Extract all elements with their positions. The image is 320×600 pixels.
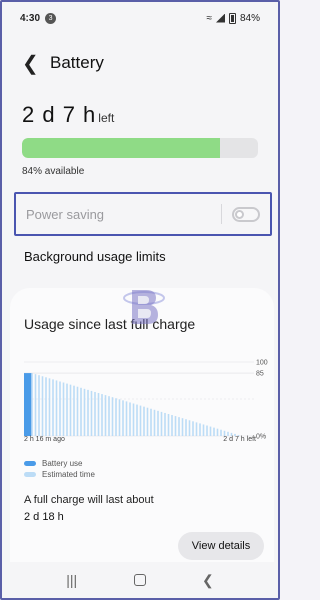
status-indicators: ≈ 84%	[206, 12, 260, 24]
legend-label-estimated-time: Estimated time	[42, 470, 95, 479]
signal-icon	[215, 13, 225, 23]
time-remaining: 2 d 7 h left	[22, 102, 258, 128]
chart-y-tick-label: 100	[256, 360, 268, 367]
battery-level-fill	[22, 138, 221, 158]
status-time: 4:30	[20, 12, 41, 24]
page-title: Battery	[50, 53, 104, 72]
full-charge-label: A full charge will last about	[24, 494, 154, 506]
chart-y-tick-label: 85	[256, 371, 264, 378]
power-saving-toggle[interactable]	[232, 206, 260, 222]
back-arrow-icon[interactable]: ❮	[22, 51, 48, 76]
view-details-button[interactable]: View details	[178, 532, 264, 560]
watermark-logo	[123, 290, 165, 324]
usage-card: Usage since last full charge 100 85 0% 2 h…	[10, 288, 274, 598]
recent-apps-icon[interactable]: |||	[66, 572, 77, 588]
chart-x-end-label: 2 d 7 h left	[223, 436, 256, 443]
battery-status-icon	[228, 12, 236, 24]
time-remaining-suffix: left	[98, 111, 115, 125]
chart-legend: Battery use Estimated time	[24, 458, 95, 480]
legend-item-estimated-time: Estimated time	[24, 469, 95, 480]
divider	[221, 204, 222, 224]
battery-use-area	[24, 373, 32, 436]
status-battery-percent: 84%	[239, 12, 260, 24]
battery-summary: 2 d 7 h left 84% available	[22, 102, 258, 177]
legend-swatch-estimated-time	[24, 472, 36, 477]
chart-x-start-label: 2 h 16 m ago	[24, 436, 65, 443]
phone-screen: 4:30 3 ≈ 84% ❮ Battery 2 d 7 h left 84% …	[0, 0, 280, 600]
toggle-knob	[235, 209, 244, 219]
power-saving-row[interactable]: Power saving	[14, 192, 272, 236]
legend-swatch-battery-use	[24, 461, 36, 466]
battery-level-bar	[22, 138, 258, 158]
legend-label-battery-use: Battery use	[42, 459, 83, 468]
full-charge-value: 2 d 18 h	[24, 511, 64, 523]
chart-y-tick-label: 0%	[256, 434, 266, 441]
home-icon[interactable]	[133, 574, 146, 586]
app-header: ❮ Battery	[2, 46, 278, 80]
power-saving-label: Power saving	[26, 206, 105, 222]
notification-count-badge: 3	[45, 12, 57, 24]
wifi-icon: ≈	[206, 12, 212, 24]
back-nav-icon[interactable]: ❮	[202, 572, 214, 589]
background-usage-limits-item[interactable]: Background usage limits	[24, 249, 166, 264]
time-remaining-value: 2 d 7 h	[22, 102, 97, 127]
navigation-bar: ||| ❮	[2, 562, 278, 598]
battery-available-text: 84% available	[22, 166, 85, 177]
usage-title: Usage since last full charge	[24, 316, 196, 332]
status-bar: 4:30 3 ≈ 84%	[2, 2, 278, 34]
legend-item-battery-use: Battery use	[24, 458, 95, 469]
